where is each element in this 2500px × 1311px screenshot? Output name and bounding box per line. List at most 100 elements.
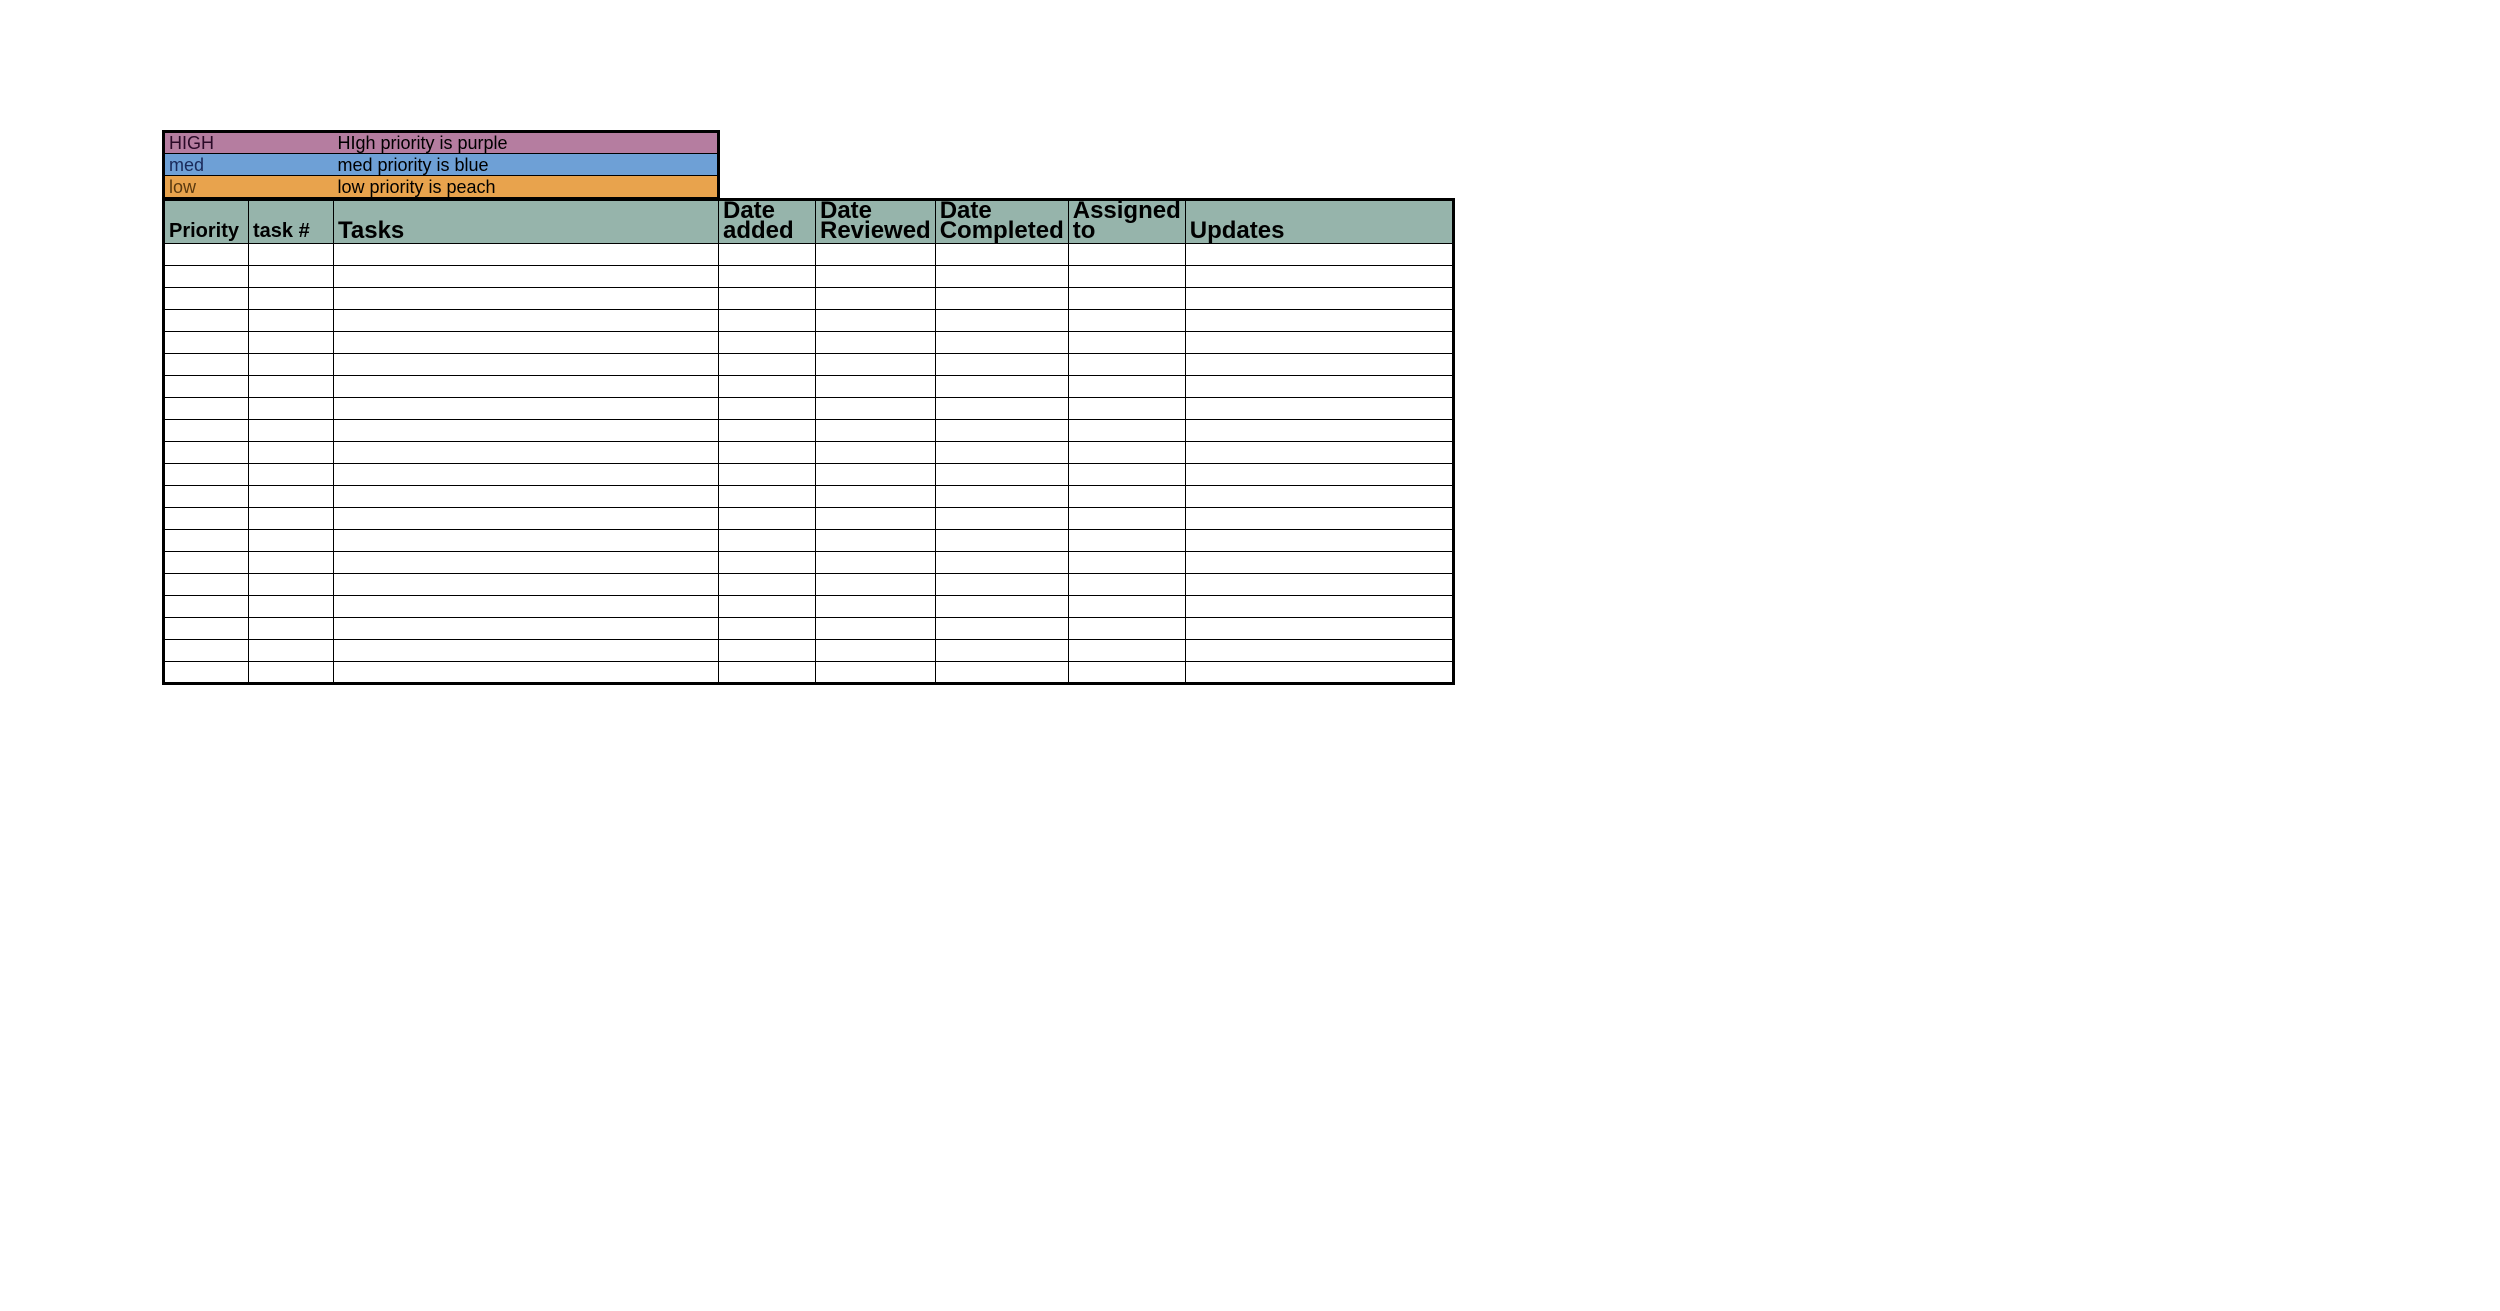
cell-assigned_to[interactable] (1068, 662, 1185, 684)
cell-assigned_to[interactable] (1068, 310, 1185, 332)
cell-date_reviewed[interactable] (816, 310, 936, 332)
cell-date_completed[interactable] (935, 596, 1068, 618)
cell-priority[interactable] (164, 288, 249, 310)
cell-priority[interactable] (164, 530, 249, 552)
cell-tasks[interactable] (334, 288, 719, 310)
cell-priority[interactable] (164, 420, 249, 442)
cell-tasknum[interactable] (249, 618, 334, 640)
cell-date_reviewed[interactable] (816, 442, 936, 464)
cell-priority[interactable] (164, 574, 249, 596)
cell-tasknum[interactable] (249, 376, 334, 398)
cell-assigned_to[interactable] (1068, 376, 1185, 398)
cell-updates[interactable] (1185, 552, 1453, 574)
cell-updates[interactable] (1185, 442, 1453, 464)
cell-date_added[interactable] (719, 486, 816, 508)
cell-assigned_to[interactable] (1068, 464, 1185, 486)
cell-priority[interactable] (164, 486, 249, 508)
cell-priority[interactable] (164, 640, 249, 662)
cell-date_completed[interactable] (935, 552, 1068, 574)
cell-date_completed[interactable] (935, 574, 1068, 596)
cell-date_reviewed[interactable] (816, 552, 936, 574)
cell-date_reviewed[interactable] (816, 574, 936, 596)
cell-date_added[interactable] (719, 354, 816, 376)
cell-date_reviewed[interactable] (816, 486, 936, 508)
cell-date_completed[interactable] (935, 310, 1068, 332)
cell-updates[interactable] (1185, 332, 1453, 354)
cell-tasks[interactable] (334, 662, 719, 684)
cell-assigned_to[interactable] (1068, 486, 1185, 508)
cell-date_completed[interactable] (935, 486, 1068, 508)
cell-priority[interactable] (164, 244, 249, 266)
cell-date_completed[interactable] (935, 442, 1068, 464)
cell-priority[interactable] (164, 662, 249, 684)
cell-assigned_to[interactable] (1068, 288, 1185, 310)
cell-tasks[interactable] (334, 530, 719, 552)
cell-tasks[interactable] (334, 486, 719, 508)
cell-date_added[interactable] (719, 640, 816, 662)
cell-date_added[interactable] (719, 288, 816, 310)
cell-priority[interactable] (164, 266, 249, 288)
cell-priority[interactable] (164, 354, 249, 376)
cell-date_completed[interactable] (935, 398, 1068, 420)
cell-assigned_to[interactable] (1068, 530, 1185, 552)
cell-tasks[interactable] (334, 574, 719, 596)
cell-assigned_to[interactable] (1068, 420, 1185, 442)
cell-date_added[interactable] (719, 530, 816, 552)
cell-date_completed[interactable] (935, 288, 1068, 310)
cell-priority[interactable] (164, 310, 249, 332)
cell-date_reviewed[interactable] (816, 618, 936, 640)
cell-tasks[interactable] (334, 376, 719, 398)
cell-priority[interactable] (164, 508, 249, 530)
cell-updates[interactable] (1185, 310, 1453, 332)
cell-assigned_to[interactable] (1068, 508, 1185, 530)
cell-date_reviewed[interactable] (816, 508, 936, 530)
cell-date_completed[interactable] (935, 376, 1068, 398)
cell-tasknum[interactable] (249, 486, 334, 508)
cell-priority[interactable] (164, 552, 249, 574)
cell-assigned_to[interactable] (1068, 354, 1185, 376)
cell-date_added[interactable] (719, 398, 816, 420)
cell-tasks[interactable] (334, 596, 719, 618)
cell-tasknum[interactable] (249, 464, 334, 486)
cell-date_completed[interactable] (935, 530, 1068, 552)
cell-updates[interactable] (1185, 508, 1453, 530)
cell-date_completed[interactable] (935, 244, 1068, 266)
cell-date_added[interactable] (719, 662, 816, 684)
cell-date_reviewed[interactable] (816, 376, 936, 398)
cell-tasknum[interactable] (249, 354, 334, 376)
cell-assigned_to[interactable] (1068, 266, 1185, 288)
cell-date_added[interactable] (719, 420, 816, 442)
cell-tasknum[interactable] (249, 244, 334, 266)
cell-date_reviewed[interactable] (816, 244, 936, 266)
cell-tasknum[interactable] (249, 266, 334, 288)
cell-updates[interactable] (1185, 244, 1453, 266)
cell-updates[interactable] (1185, 398, 1453, 420)
cell-tasks[interactable] (334, 244, 719, 266)
cell-date_completed[interactable] (935, 618, 1068, 640)
cell-assigned_to[interactable] (1068, 640, 1185, 662)
cell-tasks[interactable] (334, 310, 719, 332)
cell-tasks[interactable] (334, 508, 719, 530)
cell-tasknum[interactable] (249, 420, 334, 442)
cell-priority[interactable] (164, 618, 249, 640)
cell-date_added[interactable] (719, 310, 816, 332)
cell-date_reviewed[interactable] (816, 288, 936, 310)
cell-priority[interactable] (164, 398, 249, 420)
cell-date_reviewed[interactable] (816, 640, 936, 662)
cell-tasks[interactable] (334, 354, 719, 376)
cell-tasks[interactable] (334, 266, 719, 288)
cell-priority[interactable] (164, 332, 249, 354)
cell-date_added[interactable] (719, 442, 816, 464)
cell-date_completed[interactable] (935, 464, 1068, 486)
cell-updates[interactable] (1185, 288, 1453, 310)
cell-tasks[interactable] (334, 398, 719, 420)
cell-assigned_to[interactable] (1068, 398, 1185, 420)
cell-updates[interactable] (1185, 640, 1453, 662)
cell-updates[interactable] (1185, 618, 1453, 640)
cell-tasks[interactable] (334, 464, 719, 486)
cell-date_added[interactable] (719, 574, 816, 596)
cell-tasknum[interactable] (249, 508, 334, 530)
cell-updates[interactable] (1185, 486, 1453, 508)
cell-tasks[interactable] (334, 332, 719, 354)
cell-tasknum[interactable] (249, 662, 334, 684)
